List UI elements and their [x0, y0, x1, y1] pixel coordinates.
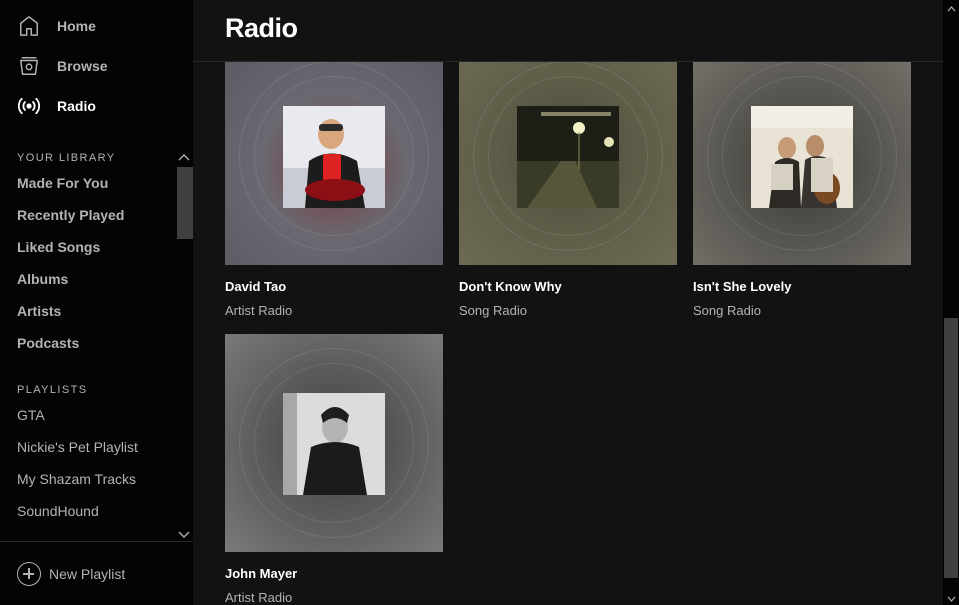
album-cover-image: [517, 106, 619, 208]
nav-home[interactable]: Home: [17, 14, 96, 38]
library-item-artists[interactable]: Artists: [17, 303, 61, 319]
card-artwork[interactable]: [225, 47, 443, 265]
nav-browse-label: Browse: [57, 58, 108, 74]
library-item-albums[interactable]: Albums: [17, 271, 68, 287]
playlist-item-my-shazam-tracks[interactable]: My Shazam Tracks: [17, 471, 136, 487]
library-item-liked-songs[interactable]: Liked Songs: [17, 239, 100, 255]
card-subtitle: Song Radio: [693, 303, 761, 318]
main-content: Radio David Tao Artist Radio Don't Know …: [193, 0, 943, 605]
nav-browse[interactable]: Browse: [17, 54, 108, 78]
sidebar-scrollbar-thumb[interactable]: [177, 167, 193, 239]
new-playlist-button[interactable]: New Playlist: [0, 541, 193, 605]
card-title[interactable]: Don't Know Why: [459, 279, 562, 294]
card-subtitle: Song Radio: [459, 303, 527, 318]
nav-home-label: Home: [57, 18, 96, 34]
library-section-title: YOUR LIBRARY: [17, 152, 116, 164]
radio-card-dont-know-why[interactable]: Don't Know Why Song Radio: [459, 47, 677, 318]
library-item-podcasts[interactable]: Podcasts: [17, 335, 79, 351]
library-item-recently-played[interactable]: Recently Played: [17, 207, 124, 223]
card-artwork[interactable]: [225, 334, 443, 552]
album-cover-image: [283, 106, 385, 208]
album-cover-image: [283, 393, 385, 495]
radio-card-isnt-she-lovely[interactable]: Isn't She Lovely Song Radio: [693, 47, 911, 318]
card-title[interactable]: Isn't She Lovely: [693, 279, 791, 294]
album-cover-image: [751, 106, 853, 208]
card-title[interactable]: David Tao: [225, 279, 286, 294]
radio-card-david-tao[interactable]: David Tao Artist Radio: [225, 47, 443, 318]
main-scrollbar-thumb[interactable]: [944, 318, 958, 578]
card-artwork[interactable]: [459, 47, 677, 265]
browse-icon: [17, 54, 41, 78]
plus-circle-icon: [17, 562, 41, 586]
main-scrollbar[interactable]: [943, 0, 959, 605]
card-artwork[interactable]: [693, 47, 911, 265]
home-icon: [17, 14, 41, 38]
chevron-down-icon[interactable]: [947, 590, 956, 605]
card-subtitle: Artist Radio: [225, 590, 293, 605]
card-title[interactable]: John Mayer: [225, 566, 297, 581]
radio-icon: [17, 94, 41, 118]
chevron-up-icon[interactable]: [947, 0, 956, 18]
page-header: Radio: [193, 0, 943, 62]
page-title: Radio: [225, 13, 298, 43]
playlist-item-soundhound[interactable]: SoundHound: [17, 503, 99, 519]
radio-card-john-mayer[interactable]: John Mayer Artist Radio: [225, 334, 443, 605]
card-subtitle: Artist Radio: [225, 303, 293, 318]
playlist-item-nickies-pet-playlist[interactable]: Nickie's Pet Playlist: [17, 439, 138, 455]
nav-radio-label: Radio: [57, 98, 96, 114]
chevron-up-icon[interactable]: [178, 150, 190, 168]
sidebar: Home Browse Radio YOUR LIBRARY Made For …: [0, 0, 193, 605]
nav-radio[interactable]: Radio: [17, 94, 96, 118]
library-item-made-for-you[interactable]: Made For You: [17, 175, 108, 191]
playlists-section-title: PLAYLISTS: [17, 384, 88, 396]
new-playlist-label: New Playlist: [49, 566, 126, 582]
playlist-item-gta[interactable]: GTA: [17, 407, 45, 423]
